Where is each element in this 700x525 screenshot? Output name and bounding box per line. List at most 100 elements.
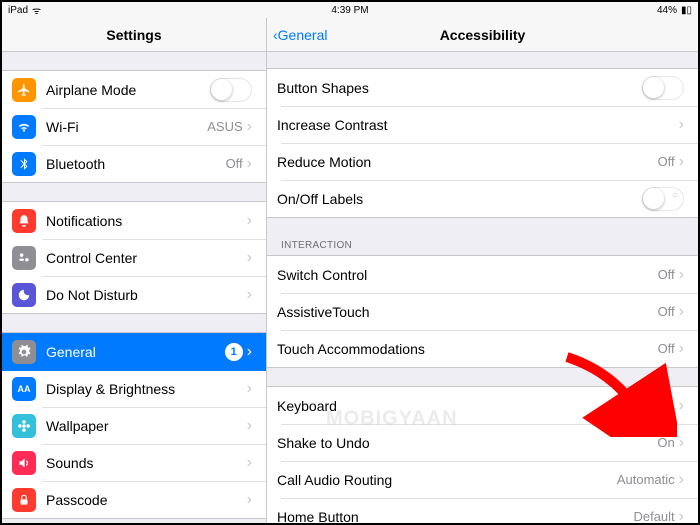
list: Notifications›Control Center›Do Not Dist… <box>2 201 266 314</box>
battery-pct: 44% <box>657 5 677 16</box>
row-value: ASUS <box>207 119 242 134</box>
chevron-right-icon: › <box>247 380 252 398</box>
list: Switch ControlOff›AssistiveTouchOff›Touc… <box>267 255 698 368</box>
badge: 1 <box>225 343 243 361</box>
status-time: 4:39 PM <box>331 5 368 16</box>
detail-title: Accessibility <box>440 27 526 43</box>
detail-row-increase-contrast[interactable]: Increase Contrast› <box>267 106 698 143</box>
detail-row-home-button[interactable]: Home ButtonDefault› <box>267 498 698 523</box>
chevron-right-icon: › <box>247 417 252 435</box>
row-label: Touch Accommodations <box>277 341 658 357</box>
bluetooth-icon <box>12 152 36 176</box>
row-label: Passcode <box>46 492 247 508</box>
chevron-right-icon: › <box>247 155 252 173</box>
row-value: Off <box>658 341 675 356</box>
back-label: General <box>278 27 328 43</box>
moon-icon <box>12 283 36 307</box>
chevron-right-icon: › <box>679 266 684 284</box>
row-value: Off <box>226 156 243 171</box>
wifi-icon <box>12 115 36 139</box>
sidebar-row-notifications[interactable]: Notifications› <box>2 202 266 239</box>
row-value: On <box>657 435 674 450</box>
detail-row-button-shapes[interactable]: Button Shapes <box>267 69 698 106</box>
row-label: Do Not Disturb <box>46 287 247 303</box>
row-label: Airplane Mode <box>46 82 210 98</box>
row-label: Shake to Undo <box>277 435 657 451</box>
chevron-right-icon: › <box>679 153 684 171</box>
detail-row-call-audio-routing[interactable]: Call Audio RoutingAutomatic › <box>267 461 698 498</box>
lock-icon <box>12 488 36 512</box>
row-label: Control Center <box>46 250 247 266</box>
group-header: INTERACTION <box>267 236 698 255</box>
detail-header: ‹ General Accessibility <box>267 18 698 52</box>
chevron-right-icon: › <box>679 116 684 134</box>
wifi-icon: ᯤ <box>32 3 41 17</box>
chevron-right-icon: › <box>247 249 252 267</box>
row-label: Keyboard <box>277 398 679 414</box>
row-label: Wi-Fi <box>46 119 207 135</box>
row-label: Notifications <box>46 213 247 229</box>
detail-row-touch-accommodations[interactable]: Touch AccommodationsOff › <box>267 330 698 367</box>
chevron-right-icon: › <box>679 471 684 489</box>
toggle[interactable] <box>642 76 684 100</box>
row-label: General <box>46 344 225 360</box>
AA-icon: AA <box>12 377 36 401</box>
sidebar-row-bluetooth[interactable]: BluetoothOff › <box>2 145 266 182</box>
row-label: AssistiveTouch <box>277 304 658 320</box>
battery-icon: ▮▯ <box>681 5 692 16</box>
sidebar-row-do-not-disturb[interactable]: Do Not Disturb› <box>2 276 266 313</box>
row-label: Bluetooth <box>46 156 226 172</box>
sidebar-row-control-center[interactable]: Control Center› <box>2 239 266 276</box>
row-value: Default <box>633 509 674 523</box>
airplane-icon <box>12 78 36 102</box>
sidebar-row-sounds[interactable]: Sounds› <box>2 444 266 481</box>
sidebar-row-display-brightness[interactable]: AA Display & Brightness› <box>2 370 266 407</box>
flower-icon <box>12 414 36 438</box>
row-value: Off <box>658 304 675 319</box>
toggle[interactable] <box>210 78 252 102</box>
toggle[interactable] <box>642 187 684 211</box>
row-label: Button Shapes <box>277 80 642 96</box>
row-label: Switch Control <box>277 267 658 283</box>
row-label: Display & Brightness <box>46 381 247 397</box>
sidebar-row-passcode[interactable]: Passcode› <box>2 481 266 518</box>
sidebar-row-wallpaper[interactable]: Wallpaper› <box>2 407 266 444</box>
sidebar-row-wi-fi[interactable]: Wi-FiASUS › <box>2 108 266 145</box>
bell-icon <box>12 209 36 233</box>
detail-row-on-off-labels[interactable]: On/Off Labels <box>267 180 698 217</box>
chevron-right-icon: › <box>247 454 252 472</box>
row-label: Sounds <box>46 455 247 471</box>
detail-row-reduce-motion[interactable]: Reduce MotionOff › <box>267 143 698 180</box>
list: Button ShapesIncrease Contrast›Reduce Mo… <box>267 68 698 218</box>
chevron-right-icon: › <box>679 303 684 321</box>
sidebar-row-airplane-mode[interactable]: Airplane Mode <box>2 71 266 108</box>
row-label: Wallpaper <box>46 418 247 434</box>
chevron-right-icon: › <box>679 340 684 358</box>
detail-row-switch-control[interactable]: Switch ControlOff › <box>267 256 698 293</box>
row-value: Off <box>658 154 675 169</box>
row-label: Increase Contrast <box>277 117 679 133</box>
chevron-right-icon: › <box>679 397 684 415</box>
list: Keyboard›Shake to UndoOn›Call Audio Rout… <box>267 386 698 523</box>
chevron-right-icon: › <box>679 508 684 524</box>
row-label: Call Audio Routing <box>277 472 617 488</box>
row-value: Automatic <box>617 472 675 487</box>
row-label: Reduce Motion <box>277 154 658 170</box>
list: Airplane Mode Wi-FiASUS › BluetoothOff › <box>2 70 266 183</box>
sidebar-row-general[interactable]: General1› <box>2 333 266 370</box>
row-value: Off <box>658 267 675 282</box>
list: General1›AADisplay & Brightness›Wallpape… <box>2 332 266 519</box>
detail-row-assistivetouch[interactable]: AssistiveTouchOff › <box>267 293 698 330</box>
chevron-right-icon: › <box>247 286 252 304</box>
control-icon <box>12 246 36 270</box>
chevron-right-icon: › <box>247 491 252 509</box>
detail-row-keyboard[interactable]: Keyboard› <box>267 387 698 424</box>
chevron-right-icon: › <box>247 212 252 230</box>
chevron-right-icon: › <box>679 434 684 452</box>
back-button[interactable]: ‹ General <box>273 27 327 43</box>
device-label: iPad <box>8 5 28 16</box>
chevron-right-icon: › <box>247 118 252 136</box>
sound-icon <box>12 451 36 475</box>
detail-row-shake-to-undo[interactable]: Shake to UndoOn › <box>267 424 698 461</box>
row-label: On/Off Labels <box>277 191 642 207</box>
